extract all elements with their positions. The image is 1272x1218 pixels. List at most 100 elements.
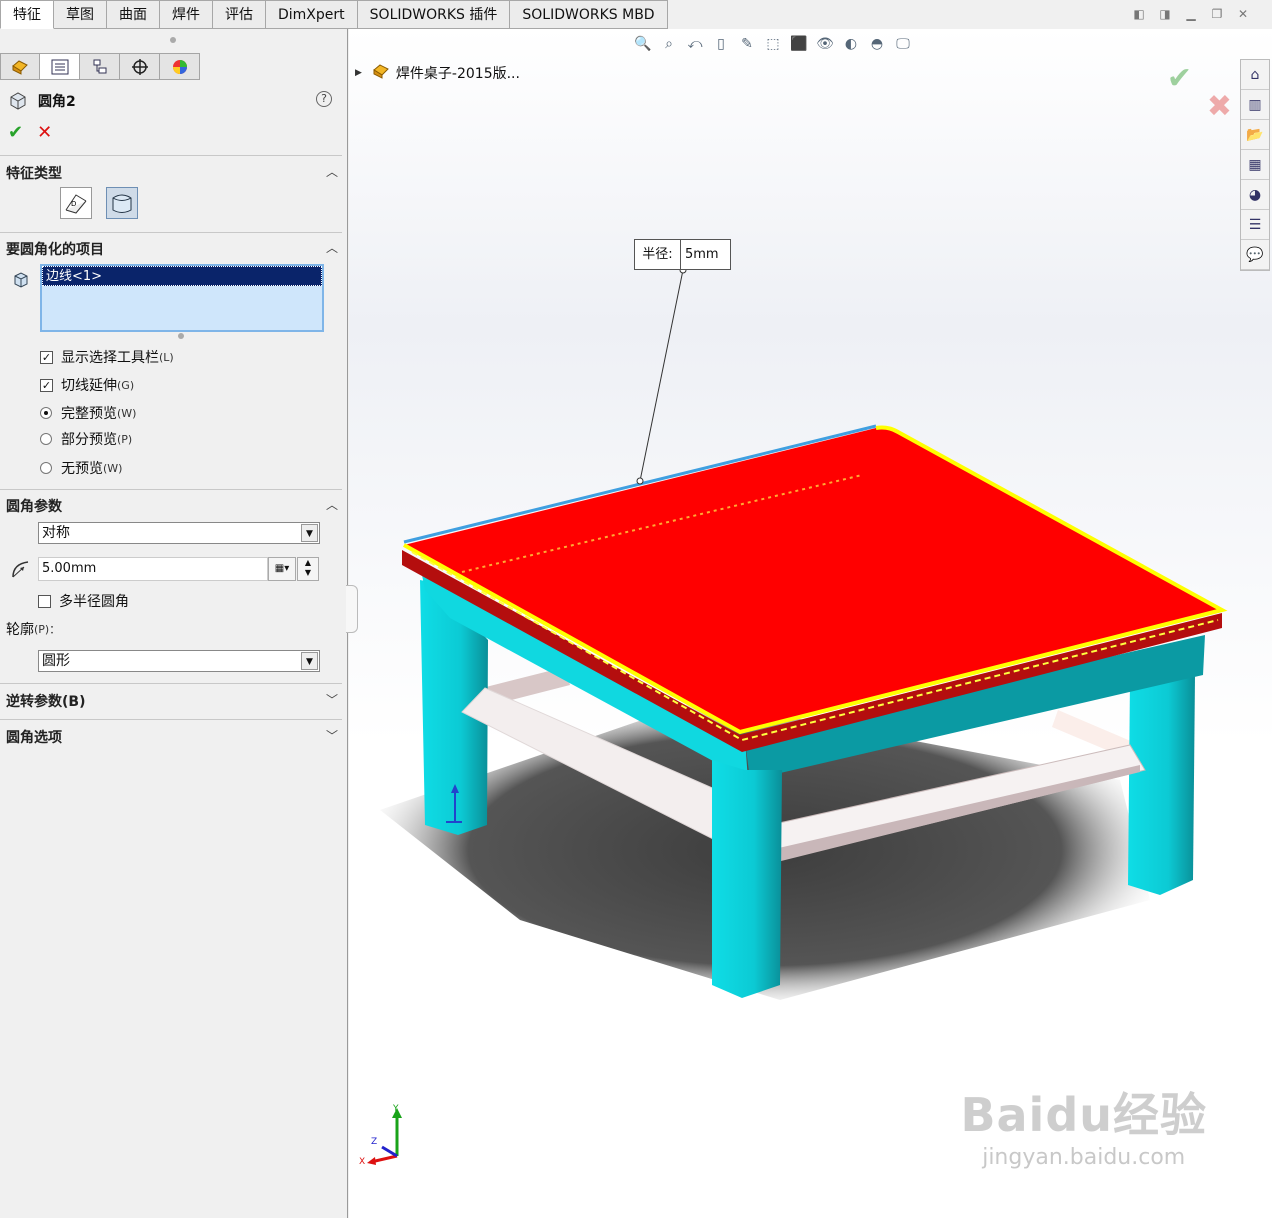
chevron-down-icon[interactable]: ▼ bbox=[301, 524, 318, 542]
tab-addins[interactable]: SOLIDWORKS 插件 bbox=[357, 0, 511, 29]
chevron-down-icon[interactable]: ﹀ bbox=[326, 691, 338, 708]
tab-weldments[interactable]: 焊件 bbox=[160, 0, 213, 29]
view-settings-icon[interactable]: 🖵 bbox=[893, 34, 913, 54]
display-manager-tab[interactable] bbox=[160, 53, 200, 80]
confirm-corner-cancel-icon[interactable]: ✖ bbox=[1207, 89, 1232, 124]
configuration-manager-tab[interactable] bbox=[80, 53, 120, 80]
tab-features[interactable]: 特征 bbox=[0, 0, 54, 29]
part-icon bbox=[372, 63, 390, 83]
custom-properties-icon[interactable]: ☰ bbox=[1241, 210, 1269, 240]
color-wheel-icon bbox=[172, 59, 187, 74]
checkbox[interactable]: ✓ bbox=[40, 378, 53, 392]
fillet-method-select[interactable]: 对称 ▼ bbox=[38, 522, 320, 544]
feature-header: 圆角2 ? bbox=[8, 89, 338, 113]
manager-tabs bbox=[0, 53, 200, 80]
home-icon[interactable]: ⌂ bbox=[1241, 60, 1269, 90]
ok-button[interactable]: ✔ bbox=[8, 122, 23, 143]
watermark-brand: Baidu经验 bbox=[960, 1088, 1207, 1142]
radio-button[interactable] bbox=[40, 462, 52, 474]
apply-scene-icon[interactable]: ◓ bbox=[867, 34, 887, 54]
forum-icon[interactable]: 💬 bbox=[1241, 240, 1269, 270]
feature-type-section-header[interactable]: 特征类型 ︿ bbox=[6, 163, 340, 183]
constant-size-fillet-button[interactable] bbox=[106, 187, 138, 219]
chevron-up-icon[interactable]: ︿ bbox=[326, 239, 338, 256]
tangent-propagation-option[interactable]: ✓ 切线延伸 (G) bbox=[40, 375, 134, 395]
radius-input[interactable]: 5.00mm bbox=[38, 557, 268, 581]
tab-sketch[interactable]: 草图 bbox=[54, 0, 107, 29]
svg-text:Y: Y bbox=[392, 1104, 399, 1114]
cancel-button[interactable]: ✕ bbox=[37, 122, 52, 143]
edit-appearance-icon[interactable]: ◐ bbox=[841, 34, 861, 54]
fillet-options-section-header[interactable]: 圆角选项 ﹀ bbox=[6, 727, 340, 747]
items-section-header[interactable]: 要圆角化的项目 ︿ bbox=[6, 239, 340, 259]
restore-icon[interactable]: ❐ bbox=[1208, 6, 1226, 22]
constant-fillet-icon bbox=[112, 194, 132, 213]
no-preview-option[interactable]: 无预览 (W) bbox=[40, 458, 122, 478]
dynamic-annotation-icon[interactable]: ✎ bbox=[737, 34, 757, 54]
view-orientation-icon[interactable]: ⬚ bbox=[763, 34, 783, 54]
svg-text:X: X bbox=[359, 1157, 365, 1166]
panel-collapse-handle[interactable] bbox=[346, 585, 358, 633]
dock-right-icon[interactable]: ◨ bbox=[1156, 6, 1174, 22]
dimxpert-manager-tab[interactable] bbox=[120, 53, 160, 80]
feature-manager-tab[interactable] bbox=[0, 53, 40, 80]
radius-stepper[interactable]: ▲ ▼ bbox=[297, 557, 319, 581]
multi-radius-option[interactable]: 多半径圆角 bbox=[38, 591, 129, 611]
checkbox[interactable] bbox=[38, 594, 51, 608]
units-button[interactable]: ▦▾ bbox=[268, 557, 296, 581]
dock-left-icon[interactable]: ◧ bbox=[1130, 6, 1148, 22]
chevron-down-icon[interactable]: ▼ bbox=[301, 652, 318, 670]
appearances-icon[interactable]: ◕ bbox=[1241, 180, 1269, 210]
model-scene[interactable] bbox=[349, 29, 1272, 1218]
panel-grip[interactable] bbox=[170, 37, 176, 43]
reverse-params-section-header[interactable]: 逆转参数(B) ﹀ bbox=[6, 691, 340, 711]
chevron-up-icon[interactable]: ︿ bbox=[326, 496, 338, 513]
tab-mbd[interactable]: SOLIDWORKS MBD bbox=[510, 0, 668, 29]
chevron-up-icon[interactable]: ︿ bbox=[326, 163, 338, 180]
show-toolbar-option[interactable]: ✓ 显示选择工具栏 (L) bbox=[40, 347, 174, 367]
display-style-icon[interactable]: ⬛ bbox=[789, 34, 809, 54]
items-to-fillet-list[interactable]: 边线<1> bbox=[40, 264, 324, 332]
graphics-area[interactable]: 🔍 ⌕ ⤺ ▯ ✎ ⬚ ⬛ 👁 ◐ ◓ 🖵 ▶ 焊件桌子-2015版... ✔ … bbox=[349, 29, 1272, 1218]
property-manager-tab[interactable] bbox=[40, 53, 80, 80]
previous-view-icon[interactable]: ⤺ bbox=[685, 34, 705, 54]
section-title: 圆角参数 bbox=[6, 499, 62, 515]
minimize-icon[interactable]: ▁ bbox=[1182, 6, 1200, 22]
design-library-icon[interactable]: ▥ bbox=[1241, 90, 1269, 120]
tab-evaluate[interactable]: 评估 bbox=[213, 0, 266, 29]
zoom-to-fit-icon[interactable]: 🔍 bbox=[633, 34, 653, 54]
flyout-feature-tree: ▶ 焊件桌子-2015版... bbox=[355, 63, 520, 83]
partial-preview-option[interactable]: 部分预览 (P) bbox=[40, 429, 132, 449]
reference-triad-icon: Y X Z bbox=[359, 1104, 402, 1166]
crosshair-icon bbox=[131, 58, 148, 75]
expand-arrow-icon[interactable]: ▶ bbox=[355, 68, 362, 78]
list-resize-grip[interactable] bbox=[178, 333, 184, 339]
ok-cancel-bar: ✔ ✕ bbox=[8, 122, 52, 143]
section-view-icon[interactable]: ▯ bbox=[711, 34, 731, 54]
heads-up-view-toolbar: 🔍 ⌕ ⤺ ▯ ✎ ⬚ ⬛ 👁 ◐ ◓ 🖵 bbox=[633, 34, 913, 54]
manual-fillet-button[interactable]: D bbox=[60, 187, 92, 219]
hide-show-icon[interactable]: 👁 bbox=[815, 34, 835, 54]
fillet-feature-icon bbox=[10, 92, 26, 110]
tab-surfaces[interactable]: 曲面 bbox=[107, 0, 160, 29]
tab-dimxpert[interactable]: DimXpert bbox=[266, 0, 358, 29]
callout-value[interactable]: 5mm bbox=[681, 240, 719, 269]
zoom-area-icon[interactable]: ⌕ bbox=[659, 34, 679, 54]
profile-select[interactable]: 圆形 ▼ bbox=[38, 650, 320, 672]
property-manager-panel: 圆角2 ? ✔ ✕ 特征类型 ︿ D 要圆角化的项目 ︿ 边线<1> ✓ 显示选… bbox=[0, 29, 348, 1218]
full-preview-option[interactable]: 完整预览 (W) bbox=[40, 403, 136, 423]
radio-button[interactable] bbox=[40, 433, 52, 445]
help-icon[interactable]: ? bbox=[316, 91, 332, 107]
radius-callout[interactable]: 半径: 5mm bbox=[634, 239, 731, 270]
confirm-corner-ok-icon[interactable]: ✔ bbox=[1167, 61, 1192, 96]
radio-button[interactable] bbox=[40, 407, 52, 419]
view-palette-icon[interactable]: ▦ bbox=[1241, 150, 1269, 180]
checkbox[interactable]: ✓ bbox=[40, 350, 53, 364]
file-explorer-icon[interactable]: 📂 bbox=[1241, 120, 1269, 150]
fillet-params-section-header[interactable]: 圆角参数 ︿ bbox=[6, 496, 340, 516]
radius-icon bbox=[10, 559, 32, 583]
chevron-down-icon[interactable]: ﹀ bbox=[326, 727, 338, 744]
list-item[interactable]: 边线<1> bbox=[42, 266, 322, 286]
tree-root-label[interactable]: 焊件桌子-2015版... bbox=[396, 63, 520, 83]
close-icon[interactable]: ✕ bbox=[1234, 6, 1252, 22]
